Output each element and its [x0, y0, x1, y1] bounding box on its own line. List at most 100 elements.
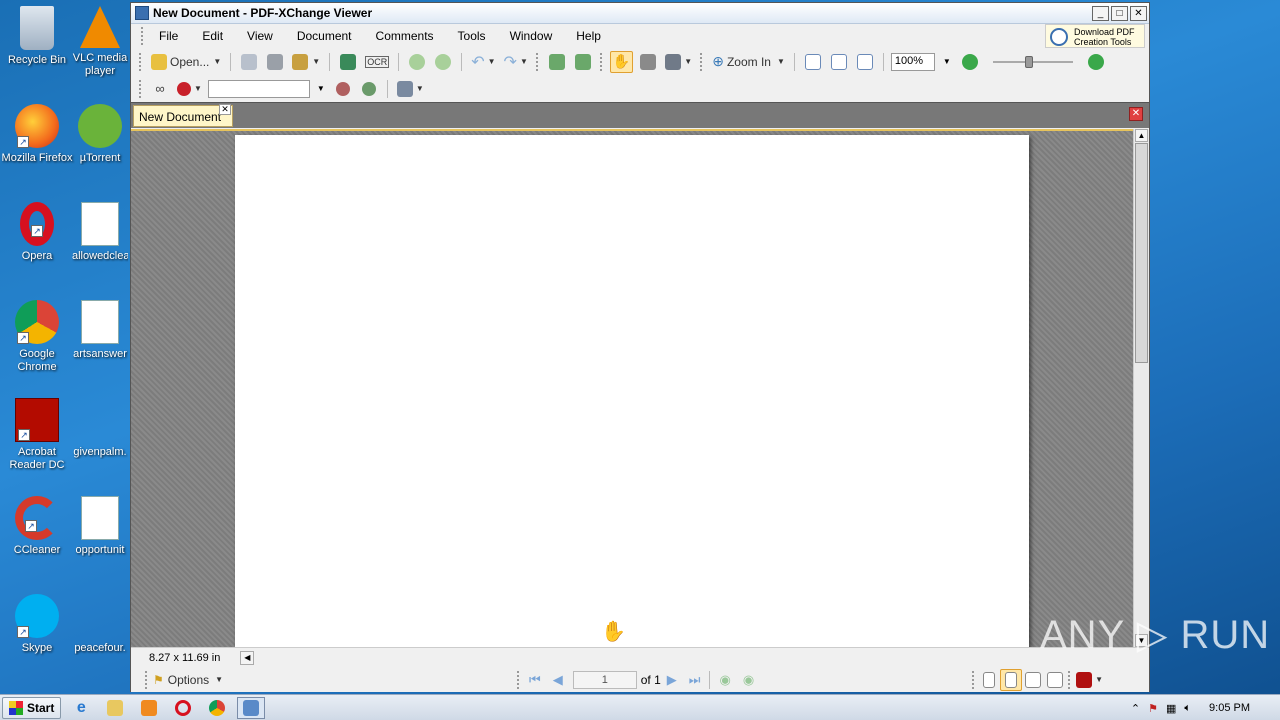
menu-file[interactable]: File [147, 29, 190, 43]
chevron-down-icon[interactable]: ▼ [943, 57, 951, 66]
tab-new-document[interactable]: New Document [133, 105, 233, 127]
continuous-view-button[interactable] [1000, 668, 1023, 691]
redo-button[interactable]: ↷ ▼ [502, 51, 530, 73]
toolbar-grip[interactable] [1068, 670, 1072, 689]
toolbar-grip[interactable] [972, 670, 976, 689]
title-bar[interactable]: New Document - PDF-XChange Viewer _ □ ✕ [131, 3, 1149, 24]
taskbar-media-player-button[interactable] [135, 697, 163, 719]
desktop-icon-skype[interactable]: ↗ Skype [0, 594, 74, 655]
select-tool-button[interactable]: ▼ [663, 51, 694, 73]
save-button[interactable] [238, 51, 260, 73]
fit-width-button[interactable] [854, 51, 876, 73]
menu-tools[interactable]: Tools [446, 29, 498, 43]
stamp-button[interactable]: ▼ [395, 78, 426, 100]
pdf-tools-button[interactable]: ▼ [1074, 669, 1105, 691]
desktop-icon-utorrent[interactable]: µTorrent [72, 104, 128, 165]
options-button[interactable]: ⚑ Options ▼ [151, 669, 225, 691]
scroll-up-arrow[interactable]: ▲ [1135, 129, 1148, 142]
maximize-button[interactable]: □ [1111, 5, 1128, 21]
find-button[interactable]: ∞ [149, 78, 171, 100]
back-button[interactable] [406, 51, 428, 73]
action-center-icon[interactable]: ⚑ [1148, 702, 1158, 715]
open-button[interactable]: Open... ▼ [149, 51, 223, 73]
facing-view-button[interactable] [1022, 669, 1044, 691]
taskbar-opera-button[interactable] [169, 697, 197, 719]
zoom-slider-thumb[interactable] [1024, 55, 1033, 68]
zoom-out-button[interactable] [959, 51, 981, 73]
snapshot-button[interactable] [637, 51, 659, 73]
pdf-page[interactable] [235, 135, 1029, 647]
actual-size-button[interactable] [802, 51, 824, 73]
desktop-icon-opera[interactable]: ↗ Opera [0, 202, 74, 263]
toolbar-grip[interactable] [517, 670, 521, 689]
toolbar-grip[interactable] [145, 670, 149, 689]
volume-icon[interactable]: 🔈︎ [1184, 702, 1191, 715]
menu-help[interactable]: Help [564, 29, 613, 43]
vertical-scrollbar[interactable]: ▲ ▼ [1133, 129, 1149, 647]
scroll-left-arrow[interactable]: ◀ [240, 650, 255, 665]
email-button[interactable]: ▼ [290, 51, 322, 73]
desktop-icon-word-doc[interactable]: artsanswer [72, 300, 128, 361]
menu-window[interactable]: Window [498, 29, 565, 43]
close-document-button[interactable]: ✕ [1129, 107, 1143, 121]
minimize-button[interactable]: _ [1092, 5, 1109, 21]
comment-tool-button[interactable] [332, 78, 354, 100]
search-input[interactable] [207, 79, 310, 98]
download-pdf-tools-button[interactable]: Download PDF Creation Tools [1045, 24, 1145, 48]
desktop-icon-recycle-bin[interactable]: Recycle Bin [0, 6, 74, 67]
search-engine-button[interactable]: ▼ [175, 78, 204, 100]
desktop-icon-ccleaner[interactable]: ↗ CCleaner [0, 496, 74, 557]
desktop-icon-acrobat[interactable]: ↗ Acrobat Reader DC [0, 398, 74, 472]
scrollbar-thumb[interactable] [1135, 143, 1148, 363]
export-button[interactable] [337, 51, 359, 73]
desktop-icon-chrome[interactable]: ↗ Google Chrome [0, 300, 74, 374]
undo-button[interactable]: ↶ ▼ [469, 51, 497, 73]
menu-view[interactable]: View [235, 29, 285, 43]
start-button[interactable]: Start [2, 696, 62, 719]
previous-page-button[interactable]: ◀ [547, 672, 569, 688]
zoom-level-input[interactable]: 100% [890, 52, 935, 71]
document-viewport[interactable]: ✋ [131, 129, 1135, 647]
next-page-button[interactable]: ▶ [661, 672, 683, 688]
page-number-input[interactable]: 1 [572, 670, 637, 689]
zoom-in-small-button[interactable] [1085, 51, 1107, 73]
toolbar-grip[interactable] [535, 52, 540, 71]
taskbar-ie-button[interactable]: e [67, 697, 95, 719]
menu-document[interactable]: Document [285, 29, 364, 43]
single-page-view-button[interactable] [978, 669, 1000, 691]
desktop-icon-firefox[interactable]: ↗ Mozilla Firefox [0, 104, 74, 165]
network-icon[interactable]: ▦ [1166, 702, 1176, 715]
taskbar-chrome-button[interactable] [203, 697, 231, 719]
desktop-icon-word-doc[interactable]: opportunit [72, 496, 128, 557]
forward-button[interactable] [432, 51, 454, 73]
toolbar-grip[interactable] [700, 52, 704, 71]
toolbar-grip[interactable] [599, 52, 604, 71]
toolbar-grip[interactable] [141, 27, 145, 45]
desktop-icon-blank-file[interactable]: givenpalm. [72, 398, 128, 459]
link-tool-button[interactable] [358, 78, 380, 100]
zoom-in-button[interactable]: ⊕ Zoom In ▼ [710, 51, 787, 73]
hand-tool-button[interactable]: ✋ [609, 50, 634, 73]
menu-edit[interactable]: Edit [190, 29, 235, 43]
next-view-button[interactable]: ◉ [737, 672, 760, 688]
tab-close-button[interactable]: ✕ [219, 104, 231, 115]
taskbar-explorer-button[interactable] [101, 697, 129, 719]
toolbar-grip[interactable] [139, 52, 143, 71]
close-button[interactable]: ✕ [1130, 5, 1147, 21]
zoom-slider[interactable] [992, 55, 1073, 68]
rotate-left-button[interactable] [546, 51, 568, 73]
desktop-icon-blank-file[interactable]: peacefour. [72, 594, 128, 655]
taskbar-pdf-viewer-button[interactable] [237, 696, 266, 719]
menu-comments[interactable]: Comments [364, 29, 446, 43]
previous-view-button[interactable]: ◉ [713, 672, 736, 688]
desktop-icon-word-doc[interactable]: allowedclea [72, 202, 128, 263]
rotate-right-button[interactable] [572, 51, 594, 73]
toolbar-grip[interactable] [139, 79, 143, 98]
first-page-button[interactable]: ⏮ [523, 672, 547, 688]
continuous-facing-view-button[interactable] [1044, 669, 1066, 691]
fit-page-button[interactable] [828, 51, 850, 73]
last-page-button[interactable]: ⏭ [683, 672, 707, 688]
ocr-button[interactable]: OCR [363, 51, 391, 73]
print-button[interactable] [264, 51, 286, 73]
show-hidden-icons-button[interactable]: ⌃ [1131, 702, 1140, 715]
